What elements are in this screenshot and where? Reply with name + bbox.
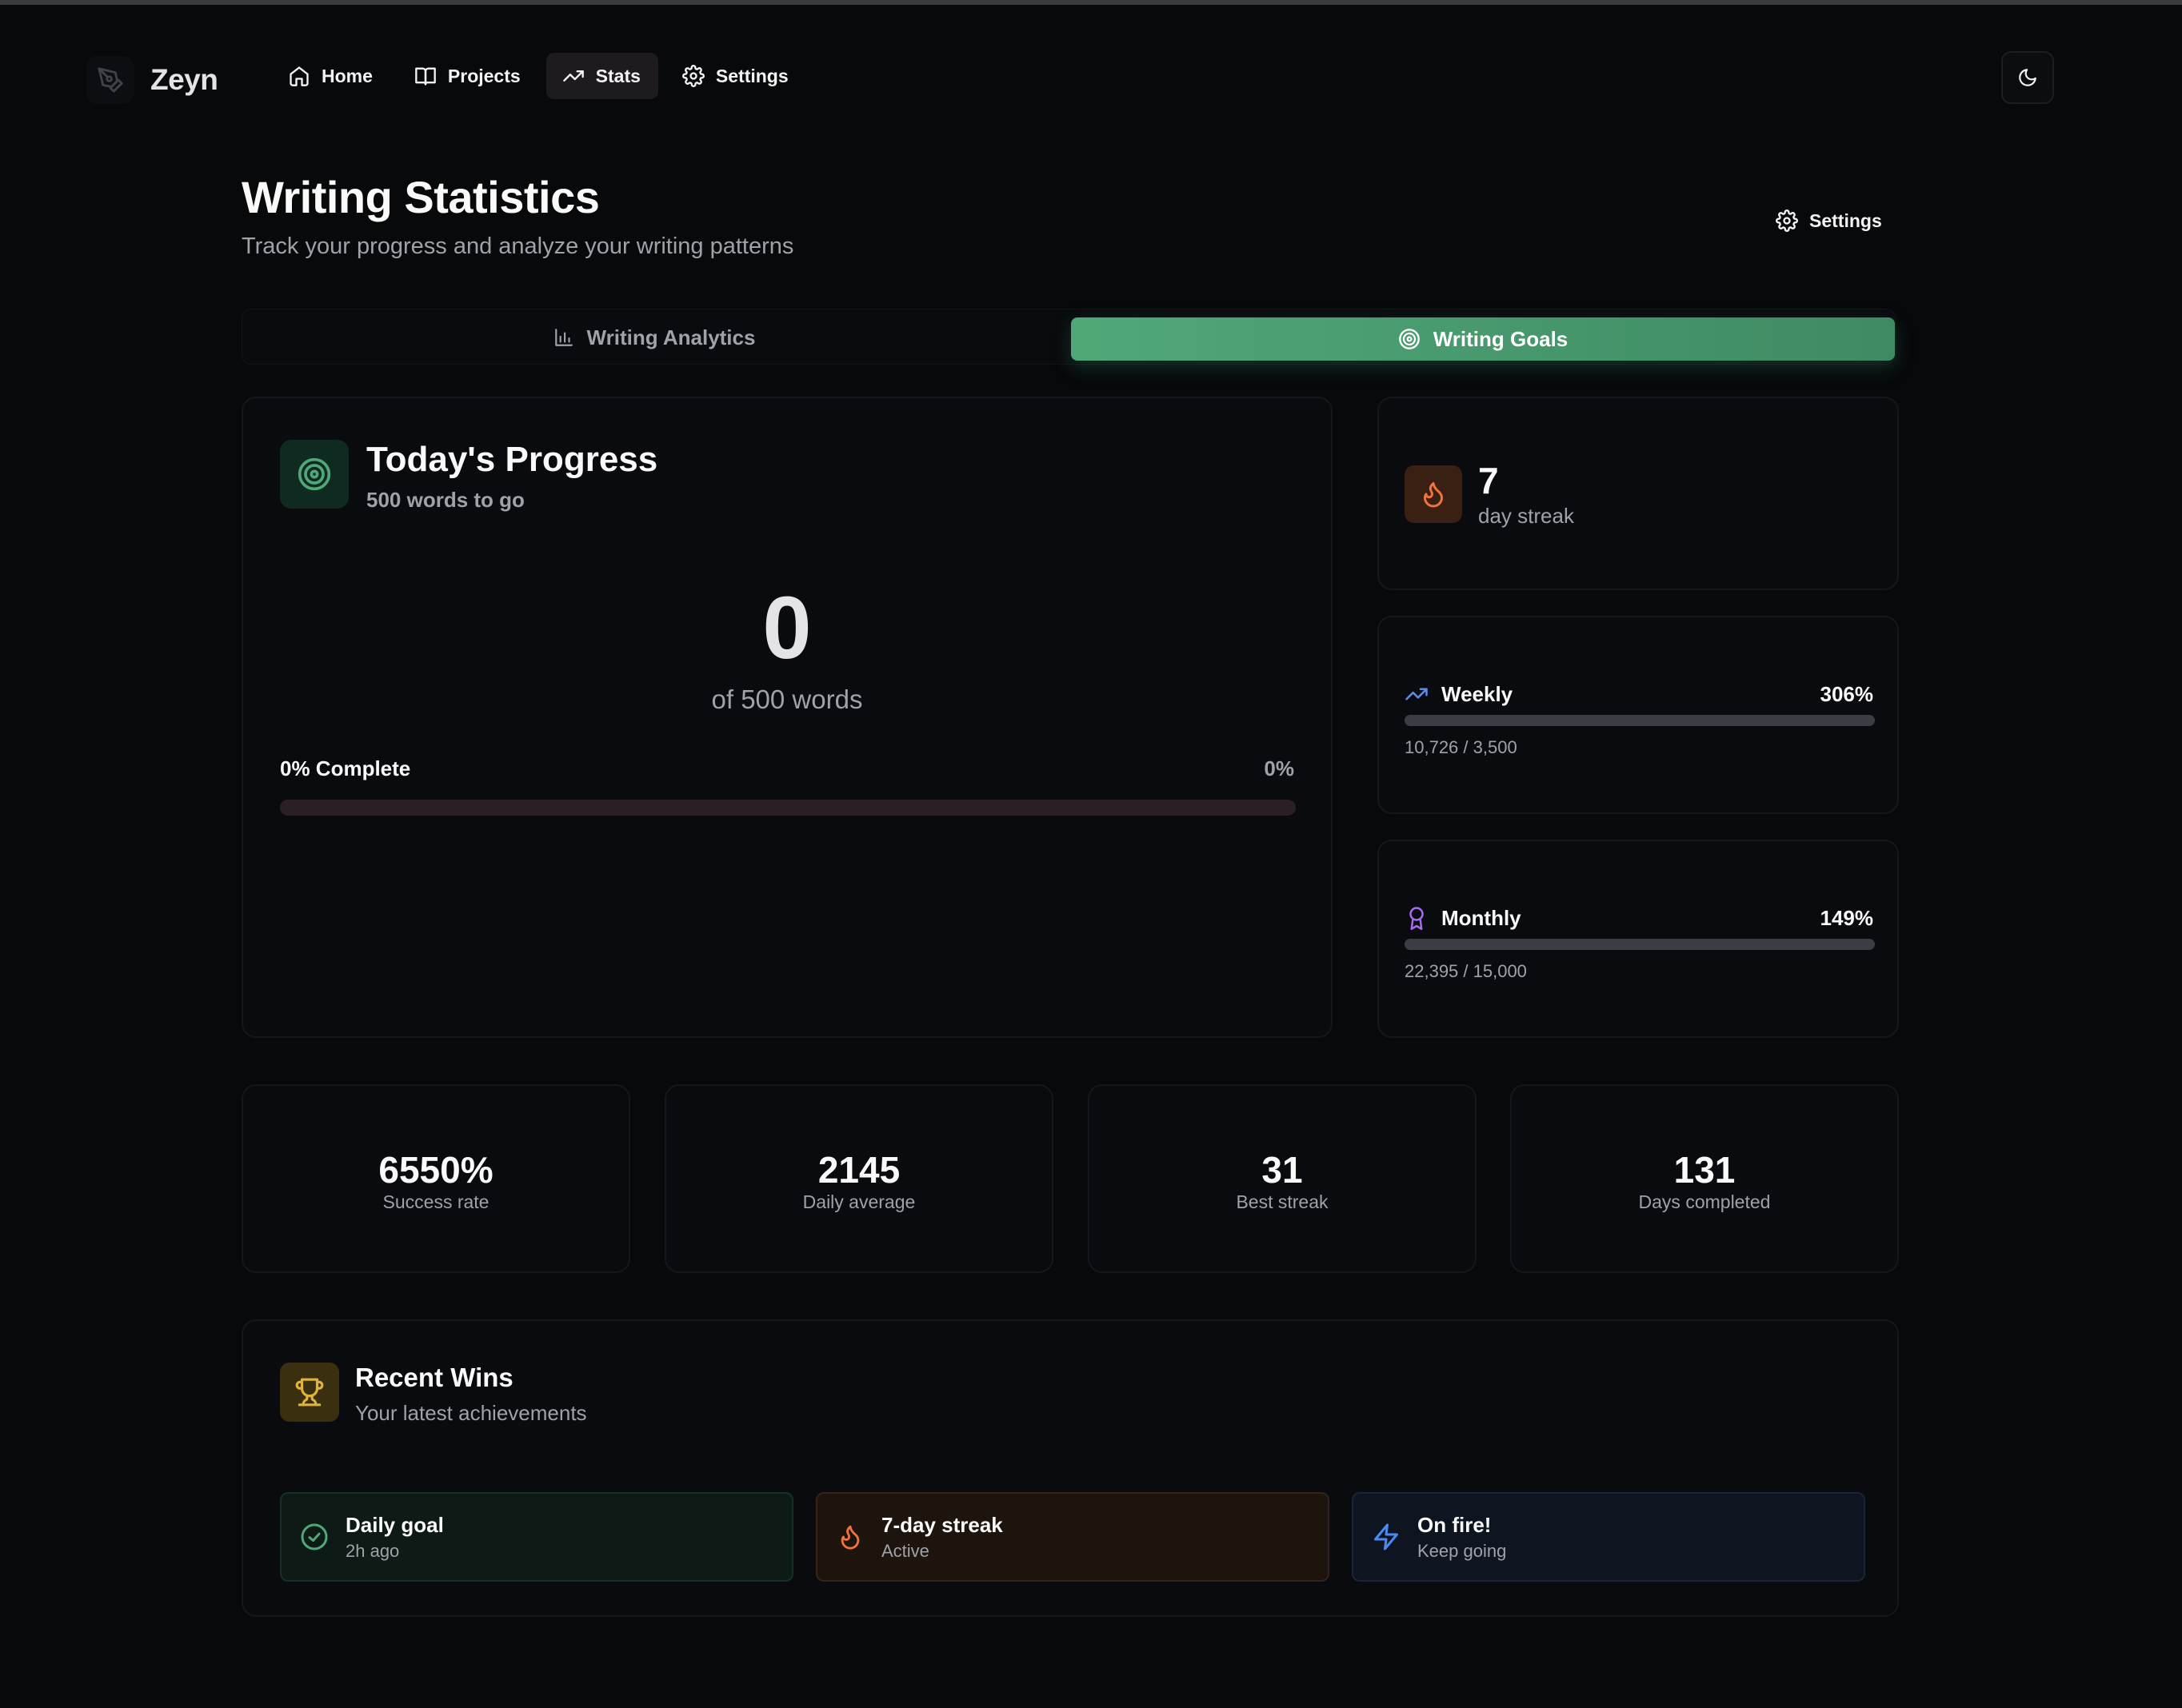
complete-percent: 0%: [1264, 756, 1294, 780]
weekly-goal-card: Weekly 306% 10,726 / 3,500: [1377, 616, 1899, 814]
flame-icon: [1405, 465, 1462, 523]
win-item-streak: 7-day streak Active: [816, 1492, 1329, 1582]
weekly-goal-value: 10,726 / 3,500: [1405, 737, 1517, 757]
recent-wins-card: Recent Wins Your latest achievements Dai…: [242, 1319, 1899, 1617]
nav-home[interactable]: Home: [272, 53, 390, 99]
todays-progress-title: Today's Progress: [366, 440, 658, 479]
pen-nib-icon: [86, 56, 134, 104]
nav-projects-label: Projects: [447, 65, 521, 86]
words-to-go: 500 words to go: [366, 488, 525, 512]
moon-icon: [2019, 69, 2036, 86]
tab-writing-goals-label: Writing Goals: [1433, 326, 1569, 351]
todays-progress-card: Today's Progress 500 words to go 0 of 50…: [242, 397, 1333, 1038]
today-word-count: 0: [762, 579, 812, 677]
recent-wins-subtitle: Your latest achievements: [355, 1401, 587, 1425]
monthly-progress-bar: [1405, 939, 1875, 950]
win-item-on-fire: On fire! Keep going: [1352, 1492, 1865, 1582]
weekly-progress-bar: [1405, 715, 1875, 726]
win-subtitle: Active: [881, 1540, 929, 1561]
tab-writing-goals[interactable]: Writing Goals: [1071, 317, 1895, 361]
stat-card-days-completed: 131 Days completed: [1510, 1084, 1899, 1273]
page-title: Writing Statistics: [242, 172, 600, 222]
weekly-goal-name: Weekly: [1441, 681, 1513, 706]
monthly-goal-percent: 149%: [1820, 905, 1874, 930]
nav-home-label: Home: [322, 65, 373, 86]
target-icon: [1398, 329, 1420, 349]
trending-up-icon: [562, 70, 584, 82]
monthly-goal-name: Monthly: [1441, 905, 1521, 930]
streak-card: 7 day streak: [1377, 397, 1899, 590]
win-item-daily-goal: Daily goal 2h ago: [280, 1492, 793, 1582]
win-subtitle: 2h ago: [346, 1540, 400, 1561]
nav-stats-label: Stats: [595, 65, 641, 86]
weekly-progress-fill: [1405, 715, 1875, 726]
app-logo[interactable]: Zeyn: [86, 51, 218, 109]
header-settings-label: Settings: [1809, 210, 1882, 231]
tab-writing-analytics[interactable]: Writing Analytics: [242, 309, 1066, 365]
stat-card-daily-average: 2145 Daily average: [665, 1084, 1053, 1273]
gear-icon: [1776, 210, 1798, 232]
stat-label: Best streak: [1236, 1191, 1329, 1212]
stat-value: 2145: [817, 1149, 901, 1191]
complete-label: 0% Complete: [280, 756, 411, 780]
header-settings-button[interactable]: Settings: [1776, 203, 1882, 238]
nav-settings[interactable]: Settings: [666, 53, 806, 99]
monthly-goal-value: 22,395 / 15,000: [1405, 961, 1527, 981]
today-progress-bar: [280, 800, 1296, 816]
nav-settings-label: Settings: [715, 65, 789, 86]
stat-card-best-streak: 31 Best streak: [1088, 1084, 1477, 1273]
weekly-goal-percent: 306%: [1820, 681, 1874, 706]
monthly-goal-card: Monthly 149% 22,395 / 15,000: [1377, 840, 1899, 1038]
monthly-progress-fill: [1405, 939, 1875, 950]
target-icon: [280, 440, 349, 509]
streak-value: 7: [1478, 460, 1499, 501]
trending-up-icon: [1405, 688, 1428, 700]
win-title: Daily goal: [346, 1512, 444, 1537]
stats-tabs: Writing Analytics Writing Goals: [242, 309, 1896, 365]
home-icon: [290, 66, 309, 86]
award-icon: [1409, 907, 1424, 930]
top-navigation: Zeyn Home Projects Stats Settings: [0, 5, 2182, 147]
stat-label: Success rate: [382, 1191, 490, 1212]
theme-toggle-button[interactable]: [2001, 51, 2054, 104]
stat-label: Days completed: [1638, 1191, 1771, 1212]
gear-icon: [681, 65, 705, 87]
app-name: Zeyn: [150, 63, 218, 96]
trophy-icon: [280, 1363, 339, 1422]
lightning-icon: [1371, 1522, 1401, 1552]
stat-value: 131: [1673, 1149, 1736, 1191]
stat-value: 31: [1261, 1149, 1303, 1191]
bar-chart-icon: [554, 329, 573, 346]
win-title: On fire!: [1417, 1512, 1492, 1537]
flame-icon: [835, 1522, 865, 1552]
win-subtitle: Keep going: [1417, 1540, 1507, 1561]
today-word-goal: of 500 words: [711, 684, 863, 714]
streak-label: day streak: [1478, 504, 1574, 528]
tab-writing-analytics-label: Writing Analytics: [586, 325, 756, 349]
page-subtitle: Track your progress and analyze your wri…: [242, 233, 794, 259]
nav-stats[interactable]: Stats: [546, 53, 658, 99]
win-title: 7-day streak: [881, 1512, 1003, 1537]
stat-card-success-rate: 6550% Success rate: [242, 1084, 630, 1273]
check-circle-icon: [299, 1522, 330, 1552]
recent-wins-title: Recent Wins: [355, 1363, 514, 1392]
book-icon: [415, 67, 436, 86]
nav-projects[interactable]: Projects: [398, 53, 538, 99]
stat-value: 6550%: [378, 1149, 494, 1191]
stat-label: Daily average: [802, 1191, 916, 1212]
